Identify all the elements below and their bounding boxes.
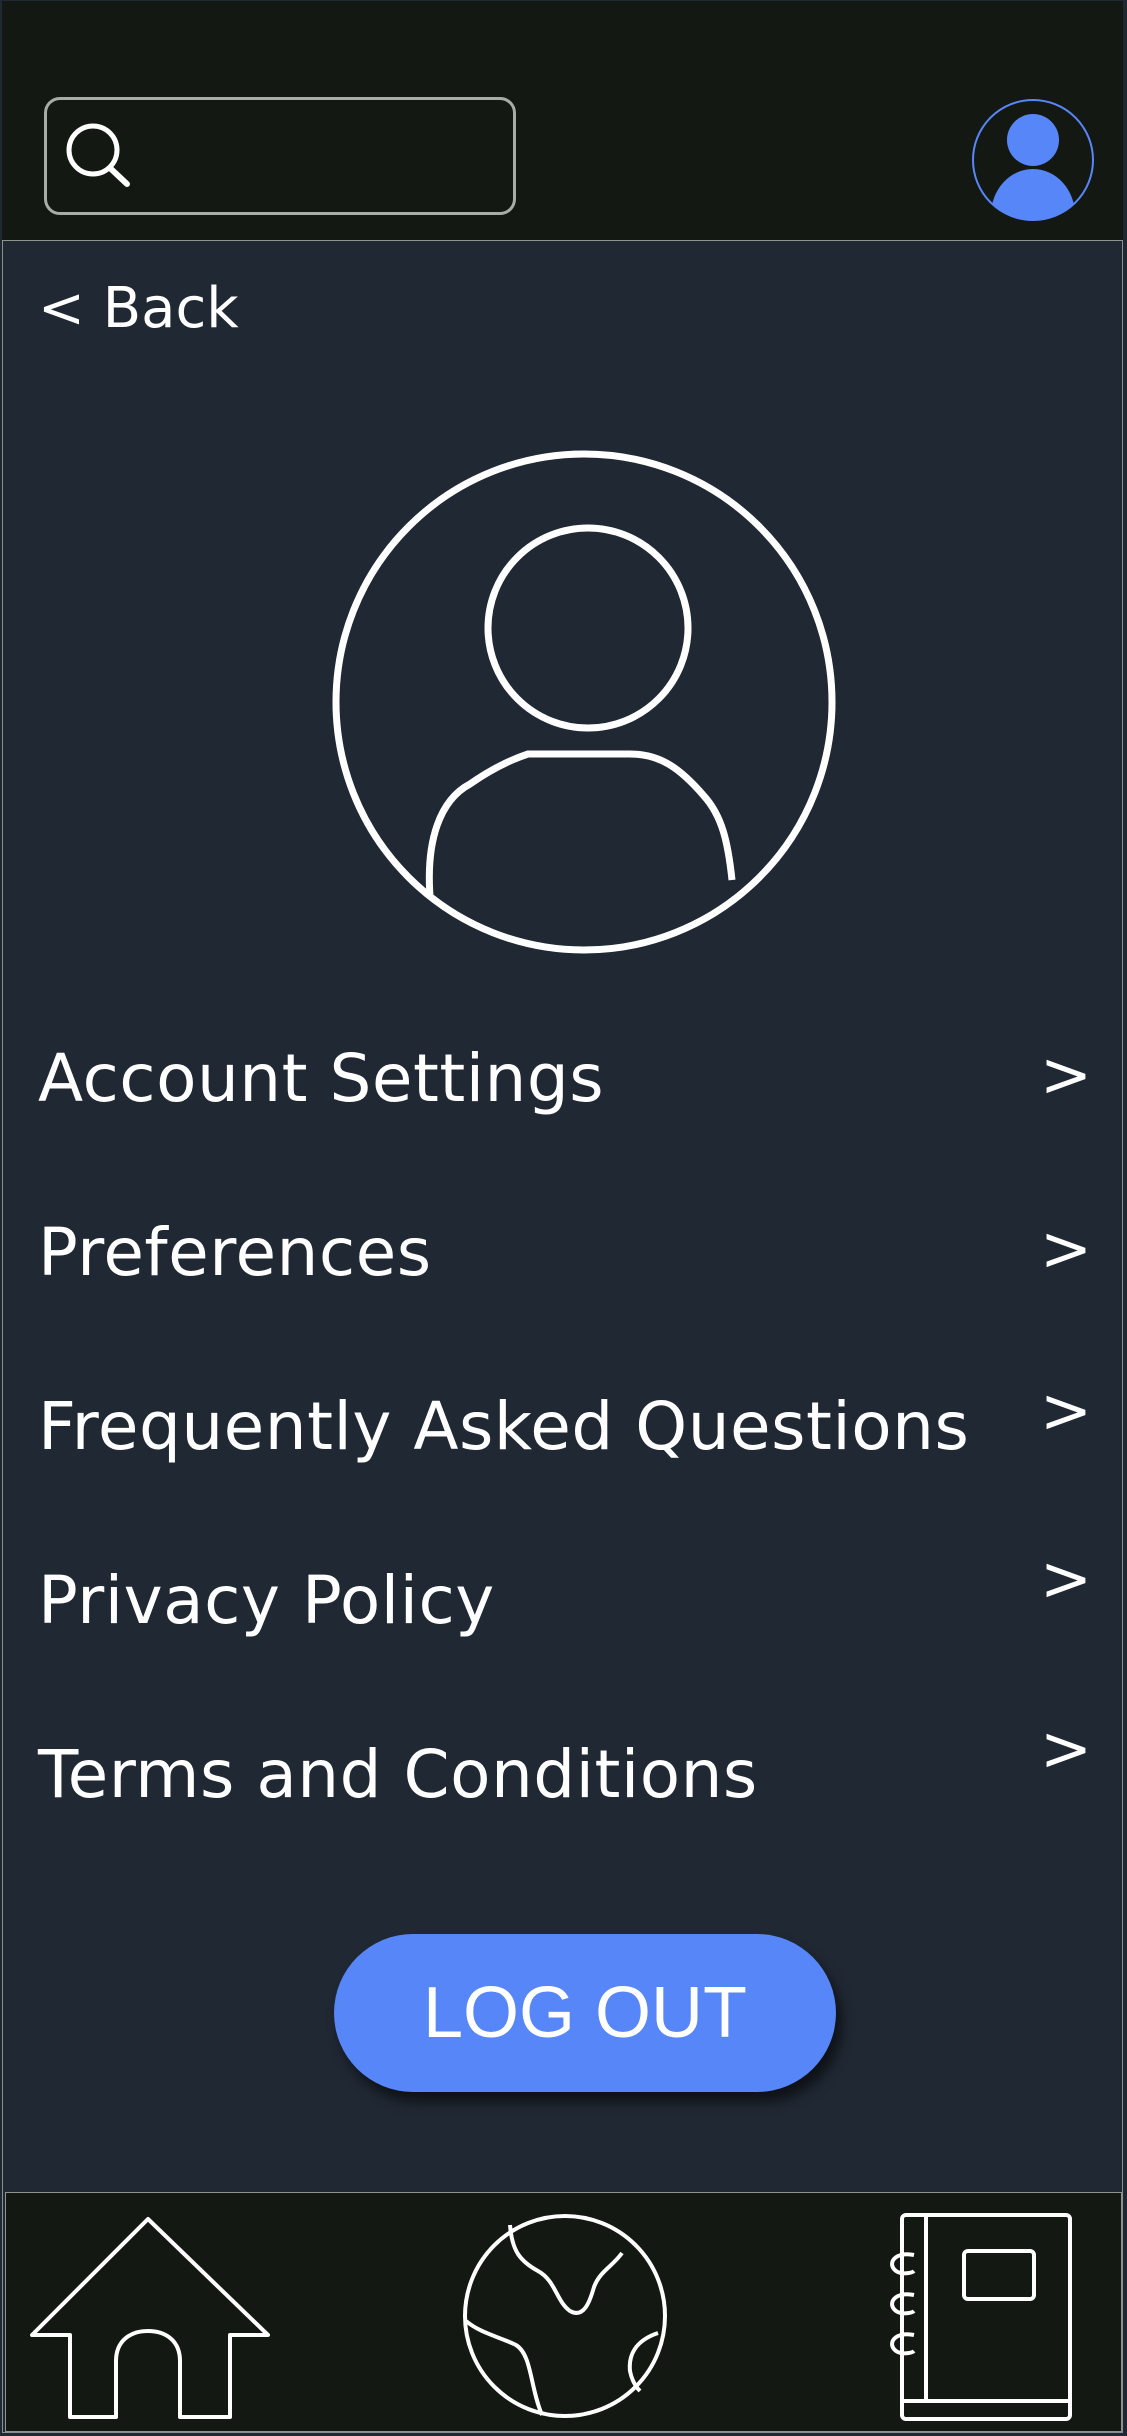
- home-icon: [30, 2217, 270, 2419]
- chevron-right-icon: >: [1040, 1038, 1092, 1111]
- profile-picture: [330, 450, 838, 958]
- menu-item-faq[interactable]: Frequently Asked Questions >: [0, 1368, 1127, 1488]
- notebook-icon: [890, 2213, 1072, 2421]
- menu-item-privacy-policy[interactable]: Privacy Policy >: [0, 1542, 1127, 1662]
- logout-button[interactable]: LOG OUT: [334, 1934, 836, 2092]
- menu-item-label: Frequently Asked Questions: [38, 1388, 970, 1465]
- chevron-right-icon: >: [1040, 1212, 1092, 1285]
- search-icon: [66, 123, 130, 187]
- menu-item-label: Preferences: [38, 1214, 432, 1291]
- nav-explore-button[interactable]: [460, 2211, 670, 2421]
- chevron-right-icon: >: [1040, 1374, 1092, 1447]
- search-input[interactable]: [147, 118, 501, 196]
- user-avatar-button[interactable]: [970, 97, 1096, 223]
- menu-item-label: Terms and Conditions: [38, 1736, 758, 1813]
- menu-item-terms-and-conditions[interactable]: Terms and Conditions >: [0, 1712, 1127, 1836]
- chevron-right-icon: >: [1040, 1712, 1092, 1785]
- search-box[interactable]: [44, 97, 516, 215]
- back-link[interactable]: < Back: [38, 276, 239, 341]
- nav-notebook-button[interactable]: [872, 2211, 1072, 2421]
- top-bar: [2, 1, 1123, 241]
- menu-item-label: Privacy Policy: [38, 1562, 495, 1639]
- chevron-right-icon: >: [1040, 1542, 1092, 1615]
- menu-item-label: Account Settings: [38, 1040, 605, 1117]
- menu-item-preferences[interactable]: Preferences >: [0, 1194, 1127, 1314]
- user-profile-icon: [332, 450, 836, 954]
- globe-icon: [463, 2214, 667, 2418]
- nav-home-button[interactable]: [30, 2213, 270, 2423]
- menu-item-account-settings[interactable]: Account Settings >: [0, 1020, 1127, 1140]
- user-avatar-icon: [972, 99, 1094, 221]
- bottom-nav: [5, 2192, 1122, 2432]
